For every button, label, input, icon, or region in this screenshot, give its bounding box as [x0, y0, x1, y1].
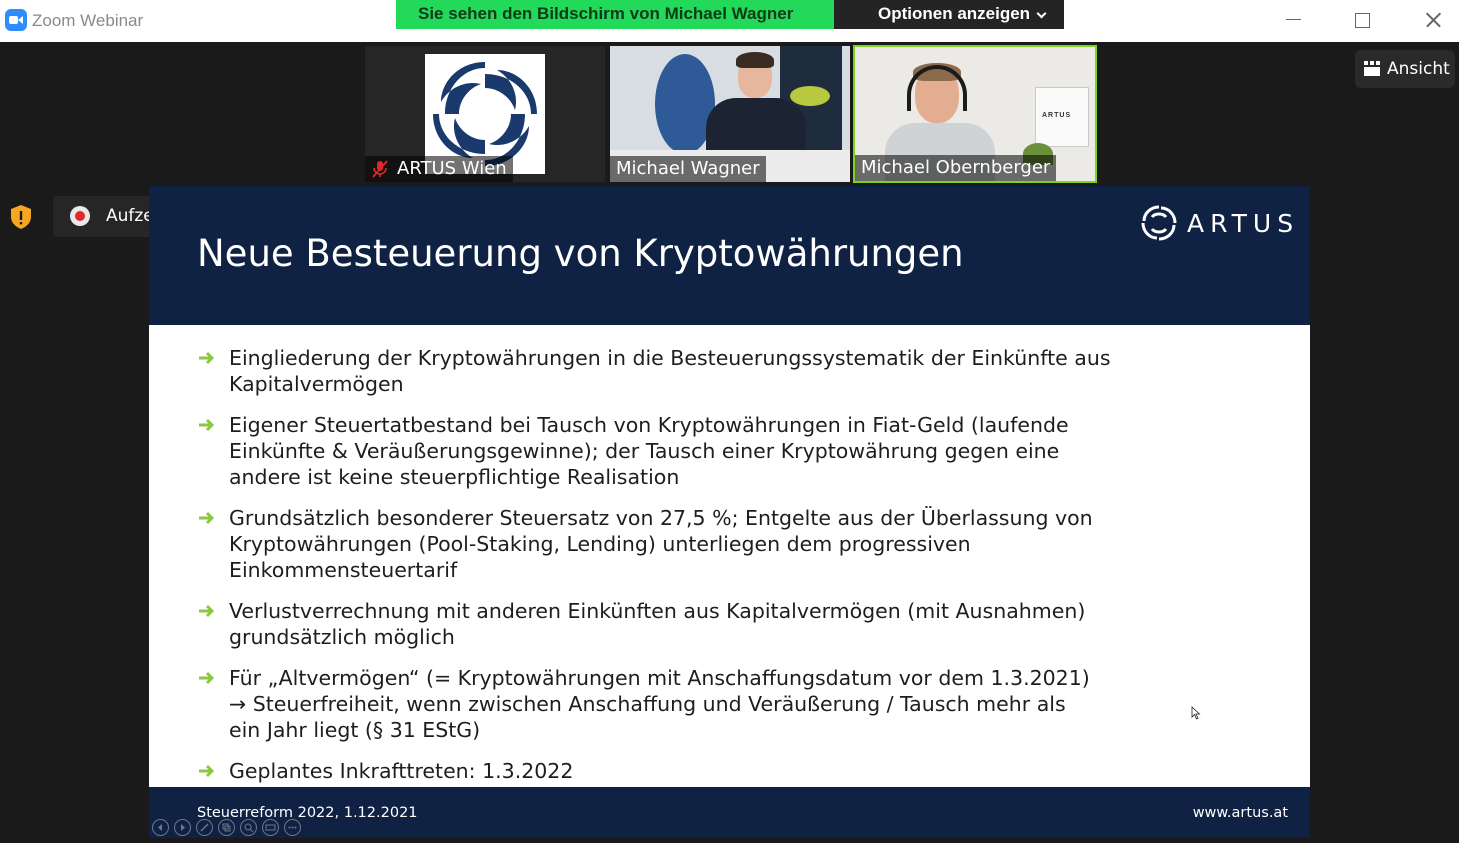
view-layout-button[interactable]: Ansicht [1355, 50, 1455, 88]
mic-muted-icon [372, 160, 388, 178]
bullet-item: Für „Altvermögen“ (= Kryptowährungen mit… [197, 665, 1097, 743]
security-button[interactable] [6, 202, 36, 232]
arrow-right-icon [199, 604, 215, 618]
poster-lettering: ARTUS [1042, 112, 1072, 119]
screen-share-banner: Sie sehen den Bildschirm von Michael Wag… [396, 0, 834, 29]
person-video [736, 52, 774, 68]
pen-tool-button[interactable] [196, 819, 213, 836]
minimize-button[interactable] [1276, 6, 1312, 34]
participant-tile-artus-wien[interactable]: ARTUS Wien [365, 46, 605, 182]
more-options-button[interactable] [284, 819, 301, 836]
previous-slide-button[interactable] [152, 819, 169, 836]
maximize-button[interactable] [1344, 6, 1380, 34]
view-layout-label: Ansicht [1387, 59, 1450, 79]
artus-poster-image: ARTUS [1035, 87, 1089, 147]
bullet-text-line: Kapitalvermögen [229, 372, 404, 396]
arrow-right-icon [199, 418, 215, 432]
arrow-right-icon [199, 351, 215, 365]
person-video [706, 98, 806, 158]
mouse-cursor-icon [1191, 706, 1201, 720]
bullet-item: Geplantes Inkrafttreten: 1.3.2022 [197, 758, 1097, 784]
bullet-text-line: ein Jahr liegt (§ 31 EStG) [229, 718, 481, 742]
subtitles-icon [265, 824, 276, 831]
arrow-left-icon [158, 824, 162, 831]
bullet-text-line: Eingliederung der Kryptowährungen in die… [229, 346, 1111, 370]
participant-name-label: Michael Wagner [616, 158, 760, 179]
grid-view-icon [1364, 61, 1380, 76]
artus-logo-icon [1141, 205, 1177, 241]
record-icon [70, 206, 90, 226]
view-options-button[interactable]: Optionen anzeigen [834, 0, 1064, 29]
bullet-text-line: Kryptowährungen (Pool-Staking, Lending) … [229, 532, 971, 556]
shield-icon [11, 205, 31, 229]
close-button[interactable] [1415, 6, 1451, 34]
slide-footer: Steuerreform 2022, 1.12.2021 www.artus.a… [149, 787, 1310, 838]
bullet-list: Eingliederung der Kryptowährungen in die… [197, 345, 1111, 799]
participant-name-label: Michael Obernberger [861, 157, 1051, 178]
next-slide-button[interactable] [174, 819, 191, 836]
bullet-item: Grundsätzlich besonderer Steuersatz von … [197, 505, 1097, 583]
view-options-label: Optionen anzeigen [878, 4, 1031, 23]
participant-tile-michael-obernberger[interactable]: ARTUS Michael Obernberger [853, 45, 1097, 183]
arrow-right-icon [199, 671, 215, 685]
slide-title: Neue Besteuerung von Kryptowährungen [197, 232, 964, 275]
bullet-item: Eingliederung der Kryptowährungen in die… [197, 345, 1111, 397]
see-all-slides-button[interactable] [218, 819, 235, 836]
bullet-text-line: Verlustverrechnung mit anderen Einkünfte… [229, 599, 1086, 623]
bullet-item: Eigener Steuertatbestand bei Tausch von … [197, 412, 1097, 490]
presentation-controls [152, 819, 301, 837]
shared-screen-slide: Neue Besteuerung von Kryptowährungen ART… [149, 186, 1310, 838]
arrow-right-icon [199, 511, 215, 525]
bullet-text-line: Einkünfte & Veräußerungsgewinne); der Ta… [229, 439, 1060, 463]
bullet-text-line: Geplantes Inkrafttreten: 1.3.2022 [229, 759, 574, 783]
participant-name: Michael Obernberger [855, 155, 1057, 181]
zoom-slide-button[interactable] [240, 819, 257, 836]
arrow-right-icon [181, 824, 185, 831]
bullet-text-line: grundsätzlich möglich [229, 625, 455, 649]
pen-icon [200, 823, 209, 832]
bullet-text-line: Einkommensteuertarif [229, 558, 458, 582]
magnifier-icon [244, 823, 254, 833]
app-title: Zoom Webinar [32, 11, 144, 30]
artus-logo: ARTUS [1139, 202, 1299, 244]
more-icon [288, 826, 297, 829]
artus-logo-text: ARTUS [1187, 209, 1300, 238]
participant-name: Michael Wagner [610, 156, 766, 182]
arrow-right-icon [199, 764, 215, 778]
bullet-text-line: Für „Altvermögen“ (= Kryptowährungen mit… [229, 666, 1090, 690]
zoom-camera-icon [5, 9, 27, 31]
bullet-text-line: Grundsätzlich besonderer Steuersatz von … [229, 506, 1093, 530]
bullet-text-line: andere ist keine steuerpflichtige Realis… [229, 465, 680, 489]
chevron-down-icon [1036, 8, 1047, 19]
slide-header: Neue Besteuerung von Kryptowährungen ART… [149, 186, 1310, 325]
slides-icon [222, 823, 231, 832]
footer-website: www.artus.at [1192, 805, 1288, 821]
bullet-item: Verlustverrechnung mit anderen Einkünfte… [197, 598, 1097, 650]
participant-name-label: ARTUS Wien [397, 158, 507, 179]
bullet-text-line: → Steuerfreiheit, wenn zwischen Anschaff… [229, 692, 1066, 716]
participant-name: ARTUS Wien [365, 156, 513, 182]
bullet-text-line: Eigener Steuertatbestand bei Tausch von … [229, 413, 1069, 437]
participant-tile-michael-wagner[interactable]: Michael Wagner [610, 46, 850, 182]
subtitles-button[interactable] [262, 819, 279, 836]
